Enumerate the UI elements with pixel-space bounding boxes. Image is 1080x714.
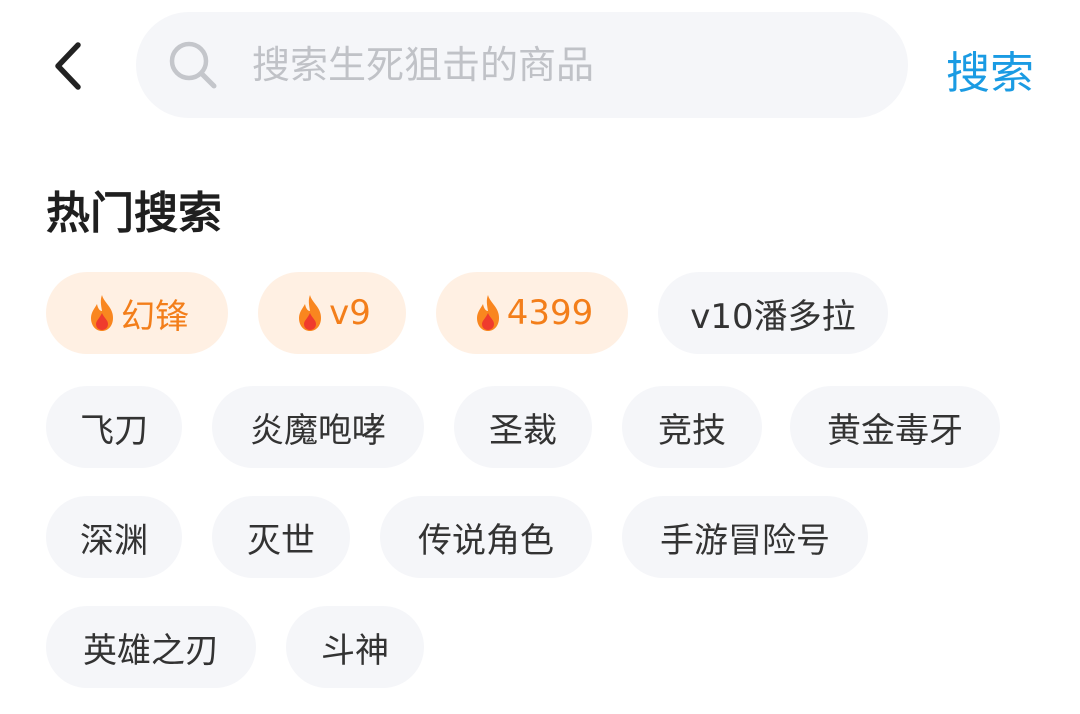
chevron-left-icon — [55, 42, 81, 90]
fire-icon — [299, 295, 322, 331]
search-box[interactable] — [136, 12, 908, 118]
tag-label: 英雄之刃 — [83, 630, 219, 671]
tag-label: 灭世 — [247, 520, 315, 561]
tag-label: 4399 — [506, 293, 594, 333]
hot-tag-item[interactable]: 幻锋 — [46, 272, 228, 354]
tag-label: 炎魔咆哮 — [250, 410, 386, 451]
search-tag-item[interactable]: 斗神 — [286, 606, 424, 688]
search-tag-item[interactable]: 圣裁 — [454, 386, 592, 468]
search-tag-item[interactable]: 深渊 — [46, 496, 182, 578]
tag-label: v10潘多拉 — [690, 296, 856, 337]
search-tag-item[interactable]: 黄金毒牙 — [790, 386, 1000, 468]
tag-label: 竞技 — [658, 410, 726, 451]
search-tag-item[interactable]: 飞刀 — [46, 386, 182, 468]
hot-tag-item[interactable]: 4399 — [436, 272, 628, 354]
tag-label: 手游冒险号 — [660, 520, 830, 561]
top-bar: 搜索 — [0, 0, 1080, 140]
tag-label: 传说角色 — [418, 520, 554, 561]
back-button[interactable] — [40, 38, 96, 94]
search-tag-item[interactable]: 英雄之刃 — [46, 606, 256, 688]
tag-label: 飞刀 — [80, 410, 148, 451]
tag-label: 幻锋 — [121, 296, 189, 337]
tag-label: 深渊 — [80, 520, 148, 561]
tag-label: v9 — [329, 293, 371, 333]
tag-label: 斗神 — [321, 630, 389, 671]
search-button[interactable]: 搜索 — [930, 38, 1050, 100]
hot-search-title: 热门搜索 — [46, 188, 222, 239]
tag-label: 圣裁 — [489, 410, 557, 451]
search-tag-item[interactable]: 炎魔咆哮 — [212, 386, 424, 468]
fire-icon — [476, 295, 499, 331]
search-tag-item[interactable]: 灭世 — [212, 496, 350, 578]
tag-label: 黄金毒牙 — [827, 410, 963, 451]
search-input[interactable] — [252, 43, 852, 87]
hot-tag-item[interactable]: v9 — [258, 272, 406, 354]
search-tag-item[interactable]: 传说角色 — [380, 496, 592, 578]
search-tag-item[interactable]: 竞技 — [622, 386, 762, 468]
search-tag-item[interactable]: 手游冒险号 — [622, 496, 868, 578]
fire-icon — [91, 295, 113, 331]
search-tag-item[interactable]: v10潘多拉 — [658, 272, 888, 354]
search-icon — [166, 38, 220, 92]
